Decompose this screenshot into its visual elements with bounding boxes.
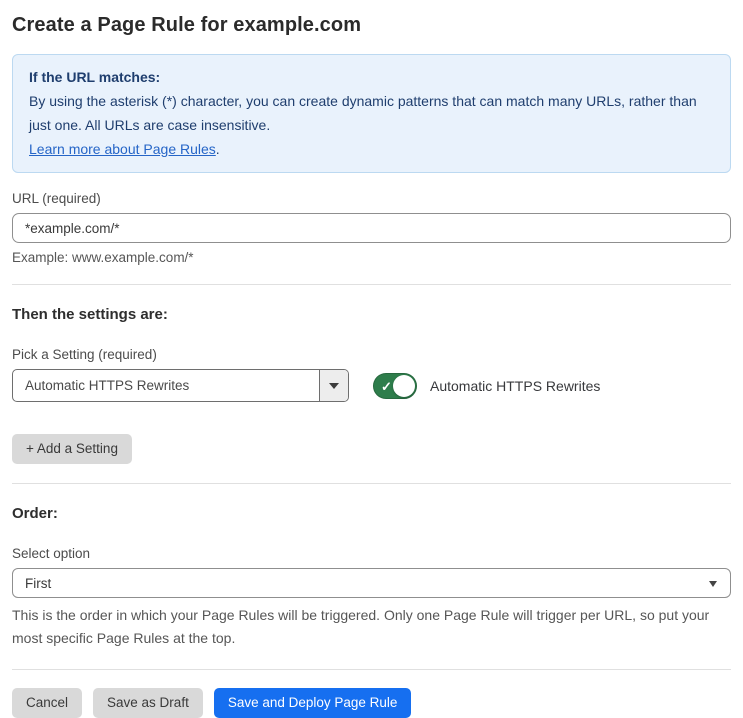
form-actions: Cancel Save as Draft Save and Deploy Pag… xyxy=(12,688,731,718)
chevron-down-icon xyxy=(329,382,339,389)
url-matches-info-box: If the URL matches: By using the asteris… xyxy=(12,54,731,173)
setting-select-value: Automatic HTTPS Rewrites xyxy=(25,378,190,393)
order-select[interactable]: First xyxy=(12,568,731,598)
save-and-deploy-button[interactable]: Save and Deploy Page Rule xyxy=(213,688,412,718)
info-box-body: By using the asterisk (*) character, you… xyxy=(29,93,697,133)
info-box-heading: If the URL matches: xyxy=(29,69,161,85)
learn-more-link[interactable]: Learn more about Page Rules xyxy=(29,141,216,157)
save-as-draft-button[interactable]: Save as Draft xyxy=(93,688,203,718)
setting-row: Automatic HTTPS Rewrites ✓ Automatic HTT… xyxy=(12,369,731,402)
order-heading: Order: xyxy=(12,505,58,522)
pick-setting-label: Pick a Setting (required) xyxy=(12,347,157,362)
divider xyxy=(12,483,731,484)
check-icon: ✓ xyxy=(381,378,392,394)
divider xyxy=(12,284,731,285)
https-rewrites-toggle[interactable]: ✓ xyxy=(373,372,417,399)
create-page-rule-form: Create a Page Rule for example.com If th… xyxy=(0,0,743,718)
select-option-label: Select option xyxy=(12,546,91,561)
info-box-link-line: Learn more about Page Rules. xyxy=(29,137,714,161)
order-help-text: This is the order in which your Page Rul… xyxy=(12,607,710,646)
toggle-knob xyxy=(393,374,415,397)
page-title: Create a Page Rule for example.com xyxy=(12,14,362,36)
add-setting-button[interactable]: + Add a Setting xyxy=(12,434,132,464)
setting-select[interactable]: Automatic HTTPS Rewrites xyxy=(12,369,349,402)
url-input[interactable] xyxy=(12,213,731,243)
link-period: . xyxy=(215,141,220,157)
order-select-value: First xyxy=(25,575,52,591)
settings-heading: Then the settings are: xyxy=(12,306,168,323)
url-label: URL (required) xyxy=(12,191,101,206)
toggle-label: Automatic HTTPS Rewrites xyxy=(430,377,601,394)
cancel-button[interactable]: Cancel xyxy=(12,688,83,718)
url-example-hint: Example: www.example.com/* xyxy=(12,250,194,265)
chevron-down-icon xyxy=(709,581,717,587)
divider xyxy=(12,669,731,670)
setting-select-dropdown-button[interactable] xyxy=(319,370,348,401)
